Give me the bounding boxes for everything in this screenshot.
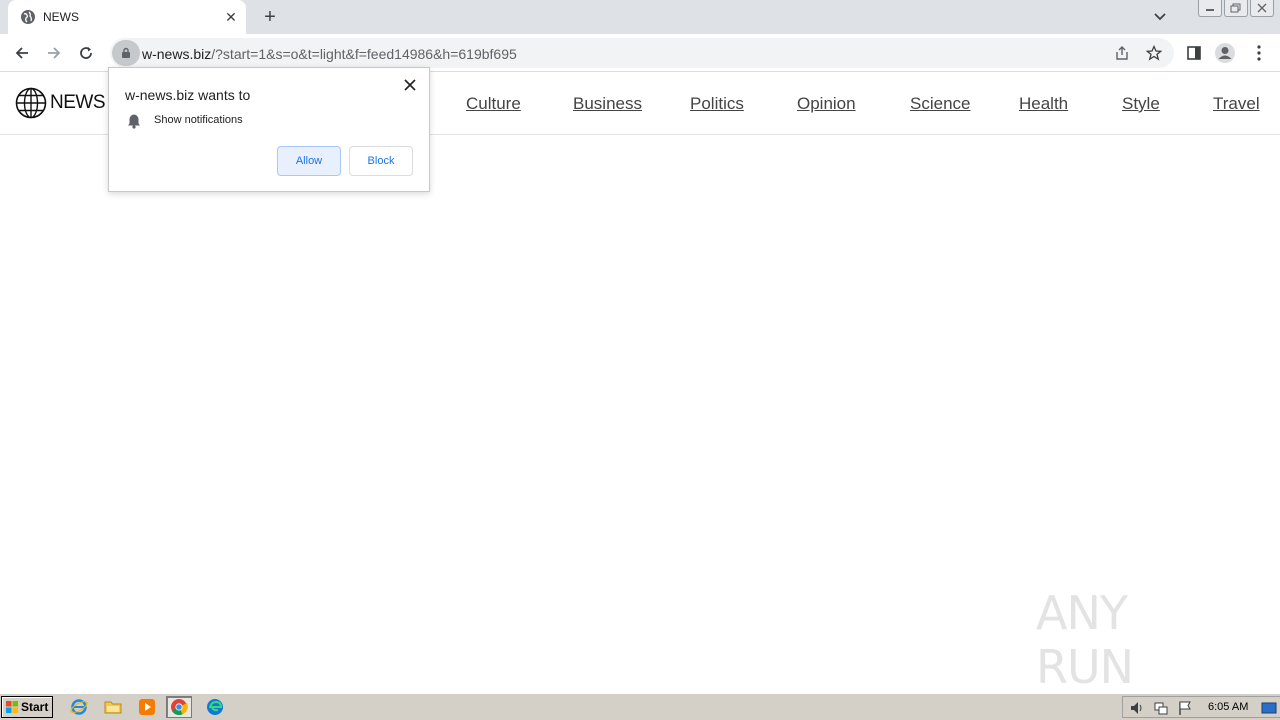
- share-icon[interactable]: [1112, 43, 1132, 63]
- nav-link-opinion[interactable]: Opinion: [797, 94, 856, 114]
- permission-label: Show notifications: [154, 114, 243, 126]
- popup-title: w-news.biz wants to: [125, 87, 251, 103]
- url-text[interactable]: w-news.biz/?start=1&s=o&t=light&f=feed14…: [142, 46, 517, 62]
- reload-icon[interactable]: [73, 40, 99, 66]
- close-window-icon[interactable]: [1250, 0, 1274, 17]
- internet-explorer-icon[interactable]: [66, 696, 92, 718]
- back-arrow-icon[interactable]: [9, 40, 35, 66]
- start-button[interactable]: Start: [1, 696, 53, 718]
- watermark-text: ANY RUN: [1036, 586, 1134, 694]
- windows-logo-icon: [6, 701, 18, 713]
- minimize-icon[interactable]: [1198, 0, 1222, 17]
- tab-news[interactable]: NEWS ✕: [8, 0, 246, 34]
- file-explorer-icon[interactable]: [100, 696, 126, 718]
- tab-search-chevron-icon[interactable]: [1150, 8, 1170, 26]
- url-host: w-news.biz: [142, 46, 212, 62]
- menu-kebab-icon[interactable]: [1248, 42, 1270, 64]
- globe-icon: [21, 10, 35, 24]
- media-player-icon[interactable]: [134, 696, 160, 718]
- edge-taskbar-icon[interactable]: [202, 696, 228, 718]
- popup-close-icon[interactable]: [401, 76, 419, 94]
- logo-text: NEWS: [50, 92, 106, 113]
- nav-link-politics[interactable]: Politics: [690, 94, 744, 114]
- volume-icon[interactable]: [1129, 700, 1145, 716]
- bookmark-star-icon[interactable]: [1144, 43, 1164, 63]
- network-icon[interactable]: [1153, 700, 1169, 716]
- side-panel-icon[interactable]: [1183, 42, 1205, 64]
- new-tab-button[interactable]: +: [258, 6, 282, 28]
- clock-time[interactable]: 6:05 AM: [1208, 701, 1248, 713]
- chrome-taskbar-icon[interactable]: [166, 696, 192, 718]
- nav-link-science[interactable]: Science: [910, 94, 970, 114]
- site-logo[interactable]: NEWS: [15, 87, 106, 119]
- lock-icon[interactable]: [112, 40, 140, 66]
- address-bar[interactable]: w-news.biz/?start=1&s=o&t=light&f=feed14…: [110, 38, 1174, 68]
- tab-close-icon[interactable]: ✕: [222, 8, 240, 26]
- start-label: Start: [21, 700, 49, 714]
- show-desktop-icon[interactable]: [1261, 700, 1277, 716]
- windows-taskbar: Start 6:05 AM: [0, 693, 1280, 720]
- flag-icon[interactable]: [1177, 700, 1193, 716]
- nav-link-health[interactable]: Health: [1019, 94, 1068, 114]
- nav-link-culture[interactable]: Culture: [466, 94, 521, 114]
- allow-button[interactable]: Allow: [277, 146, 341, 176]
- nav-link-business[interactable]: Business: [573, 94, 642, 114]
- bell-icon: [128, 114, 140, 129]
- restore-icon[interactable]: [1224, 0, 1248, 17]
- window-controls: [1198, 0, 1274, 18]
- notification-permission-popup: w-news.biz wants to Show notifications A…: [108, 67, 430, 192]
- url-path: /?start=1&s=o&t=light&f=feed14986&h=619b…: [211, 46, 517, 62]
- profile-avatar-icon[interactable]: [1214, 42, 1236, 64]
- tab-title: NEWS: [43, 10, 79, 24]
- block-button[interactable]: Block: [349, 146, 413, 176]
- globe-logo-icon: [15, 87, 47, 119]
- anyrun-watermark: ANY RUN: [1036, 586, 1236, 694]
- forward-arrow-icon[interactable]: [41, 40, 67, 66]
- tab-strip: NEWS ✕ +: [0, 0, 1280, 34]
- nav-link-travel[interactable]: Travel: [1213, 94, 1260, 114]
- system-tray: 6:05 AM: [1122, 696, 1280, 718]
- nav-link-style[interactable]: Style: [1122, 94, 1160, 114]
